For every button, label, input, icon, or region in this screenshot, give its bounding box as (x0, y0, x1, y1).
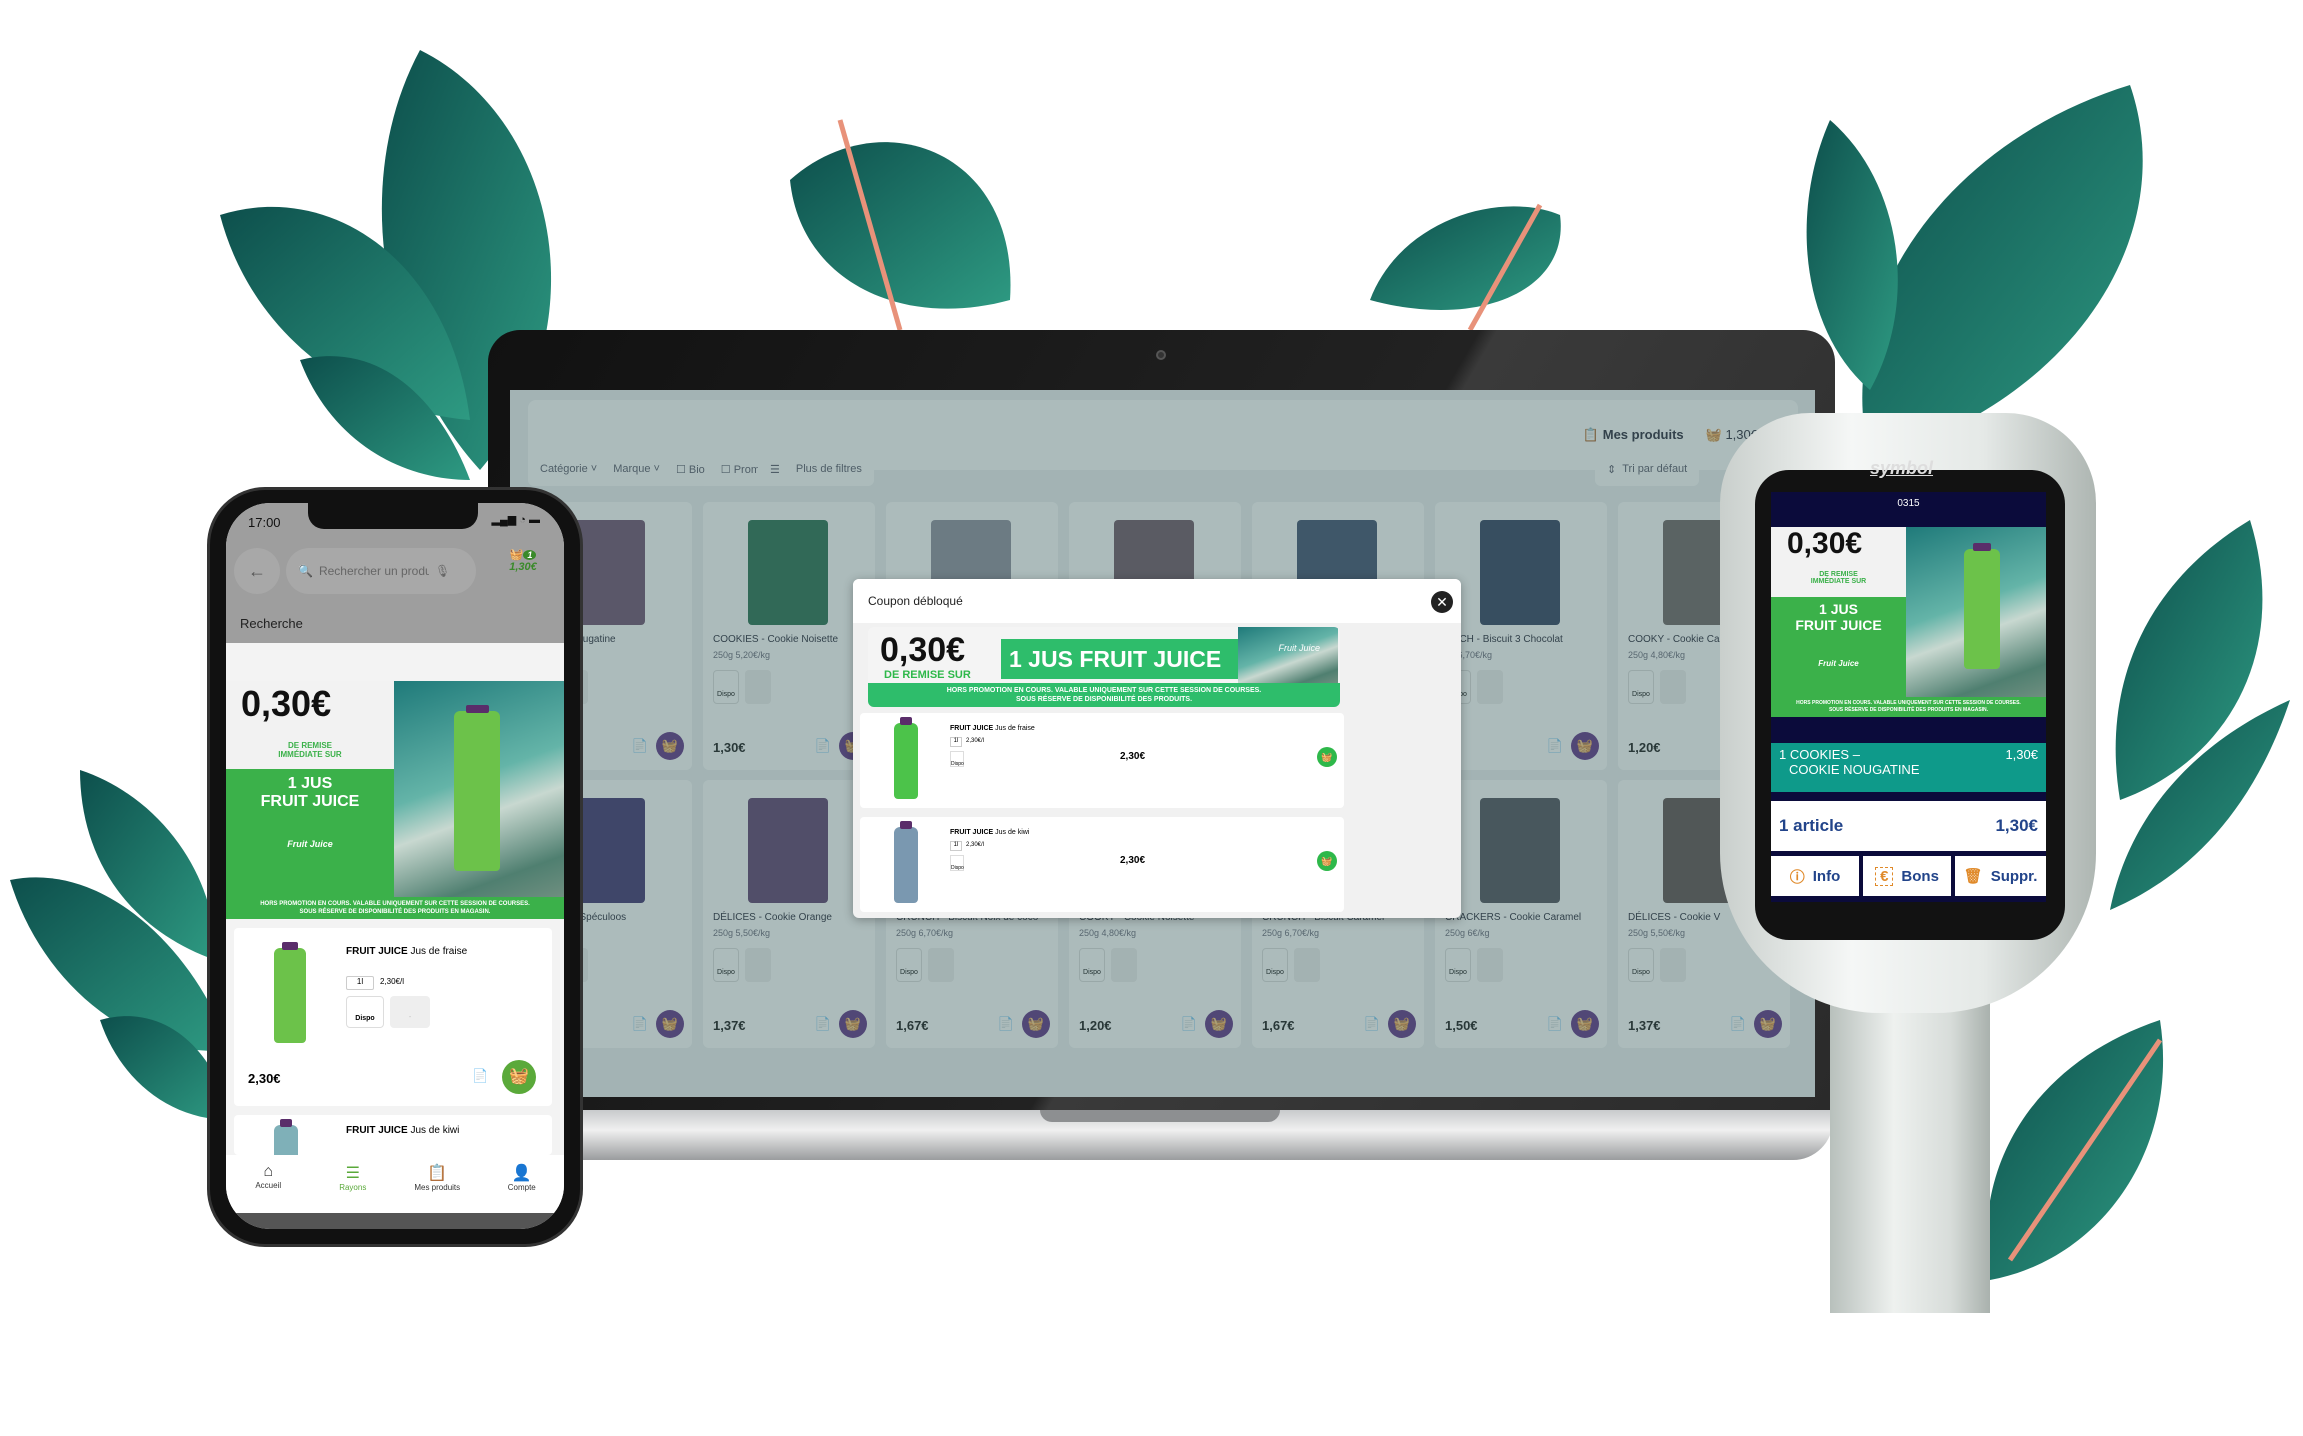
product-card[interactable]: FRUIT JUICE Jus de kiwi (234, 1115, 552, 1165)
my-products-icon: 📋 (427, 1165, 448, 1182)
add-to-cart-button[interactable]: 🧺 (502, 1060, 536, 1094)
add-to-cart-button[interactable]: 🧺 (1317, 747, 1337, 767)
arrow-left-icon: ← (248, 561, 266, 581)
back-button[interactable]: ← (234, 548, 280, 594)
coupon-disclaimer: HORS PROMOTION EN COURS. VALABLE UNIQUEM… (226, 897, 564, 919)
basket-icon: 🧺 (1321, 752, 1333, 762)
close-icon: ✕ (1436, 594, 1448, 610)
cart-button[interactable]: 🧺 1 1,30€ (488, 548, 558, 594)
coupon-banner: 0,30€ DE REMISE IMMÉDIATE SUR 1 JUS FRUIT … (1771, 527, 2046, 717)
microphone-icon[interactable]: 🎙 (435, 564, 450, 578)
basket-icon: 🧺 (509, 549, 524, 561)
coupon-product: 1 JUS FRUIT JUICE (1001, 639, 1241, 679)
euro-voucher-icon: € (1875, 866, 1894, 886)
product-image (894, 717, 918, 799)
delete-button[interactable]: 🗑 Suppr. (1955, 856, 2046, 896)
status-time: 17:00 (248, 515, 281, 530)
unit-price: 2,30€/l (380, 977, 405, 986)
coupon-subtitle: DE REMISE SUR (884, 669, 971, 681)
account-icon: 👤 (511, 1165, 532, 1182)
product-price: 2,30€ (1120, 855, 1146, 866)
session-code: 0315 (1897, 498, 1920, 509)
coupon-product-row[interactable]: FRUIT JUICE Jus de kiwi 1l 2,30€/l Dispo… (860, 817, 1344, 912)
size-selector[interactable]: 1l (346, 976, 374, 990)
fruit-juice-logo: Fruit Juice (287, 839, 333, 849)
section-title: Recherche (240, 616, 303, 631)
nav-accueil[interactable]: ⌂ Accueil (226, 1155, 311, 1213)
coupon-amount: 0,30€ (241, 683, 332, 724)
coupon-amount: 0,30€ (880, 631, 966, 669)
info-button[interactable]: ⓘ Info (1771, 856, 1859, 896)
home-icon: ⌂ (263, 1163, 274, 1180)
coupon-product: 1 JUS FRUIT JUICE Fruit Juice (226, 769, 394, 897)
scanned-line-item[interactable]: 1 COOKIES – COOKIE NOUGATINE 1,30€ (1771, 743, 2046, 792)
size-selector[interactable]: 1l (950, 841, 962, 851)
store-stock: - (390, 996, 430, 1028)
product-price: 2,30€ (1120, 751, 1146, 762)
coupon-banner: 0,30€ DE REMISE IMMÉDIATE SUR 1 JUS FRUIT … (226, 681, 564, 921)
brand-photo: Fruit Juice (1238, 627, 1338, 683)
list-add-icon[interactable]: 📄 (472, 1068, 488, 1084)
coupon-modal: Coupon débloqué ✕ 0,30€ DE REMISE SUR 1 … (853, 579, 1461, 918)
bottom-nav: ⌂ Accueil ☰ Rayons 📋 Mes produits 👤 Compte (226, 1155, 564, 1213)
aisles-icon: ☰ (345, 1165, 360, 1182)
laptop-notch (1040, 1110, 1280, 1122)
size-selector[interactable]: 1l (950, 737, 962, 747)
modal-header: Coupon débloqué (853, 579, 1461, 623)
search-input[interactable]: 🔍 Rechercher un produit 🎙 (286, 548, 476, 594)
coupon-product-row[interactable]: FRUIT JUICE Jus de fraise 1l 2,30€/l Dis… (860, 713, 1344, 808)
basket-total: 1 article 1,30€ (1771, 801, 2046, 851)
nav-compte[interactable]: 👤 Compte (480, 1155, 565, 1213)
info-icon: ⓘ (1789, 868, 1805, 886)
add-to-cart-button[interactable]: 🧺 (1317, 851, 1337, 871)
basket-icon: 🧺 (509, 1068, 529, 1085)
webcam (1156, 350, 1166, 360)
cart-count-badge: 1 (523, 550, 537, 560)
product-photo (394, 681, 564, 897)
product-image (894, 821, 918, 903)
modal-title: Coupon débloqué (868, 594, 963, 608)
coupon-disclaimer: HORS PROMOTION EN COURS. VALABLE UNIQUEM… (868, 683, 1340, 707)
phone-notch (308, 503, 478, 529)
delivery-stock: Dispo (346, 996, 384, 1028)
nav-mes-produits[interactable]: 📋 Mes produits (395, 1155, 480, 1213)
symbol-logo: symbol (1870, 458, 1934, 478)
vouchers-button[interactable]: € Bons (1863, 856, 1951, 896)
status-icons: ▂▄▆ ◔ ▬ (491, 514, 540, 526)
scanner-screen: 0315 0,30€ DE REMISE IMMÉDIATE SUR 1 JUS F… (1771, 492, 2046, 902)
phone-screen: 17:00 ▂▄▆ ◔ ▬ ← 🔍 Rechercher un produit 🎙 … (226, 503, 564, 1229)
trash-icon: 🗑 (1963, 868, 1983, 885)
product-card[interactable]: FRUIT JUICE Jus de fraise 1l 2,30€/l Dis… (234, 928, 552, 1106)
basket-icon: 🧺 (1321, 856, 1333, 866)
fruit-juice-logo: Fruit Juice (1278, 643, 1320, 653)
nav-rayons[interactable]: ☰ Rayons (311, 1155, 396, 1213)
product-price: 2,30€ (248, 1071, 281, 1086)
coupon-banner: 0,30€ DE REMISE SUR 1 JUS FRUIT JUICE Fr… (868, 627, 1340, 707)
search-icon: 🔍 (298, 564, 313, 578)
close-button[interactable]: ✕ (1431, 591, 1453, 613)
